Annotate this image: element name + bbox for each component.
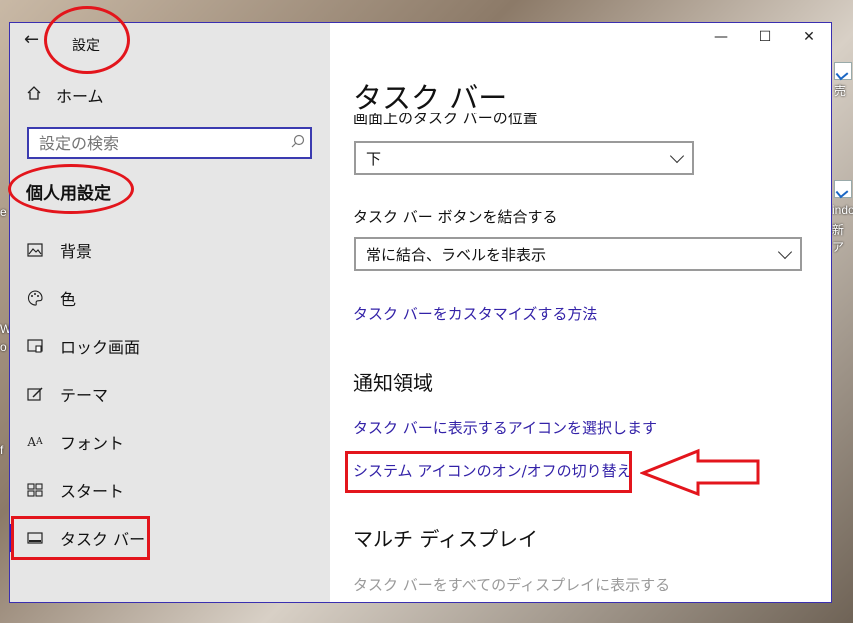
customize-taskbar-link[interactable]: タスク バーをカスタマイズする方法 bbox=[353, 303, 597, 324]
desktop-icon-label: indo bbox=[832, 203, 853, 217]
sidebar-item-label: 背景 bbox=[60, 242, 93, 261]
desktop-icon-label: 新ア bbox=[832, 223, 845, 254]
desktop-icon-label: o bbox=[0, 340, 7, 354]
font-icon: AA bbox=[27, 435, 43, 449]
page-title: タスク バー bbox=[353, 81, 508, 115]
home-nav-item[interactable]: ホーム bbox=[26, 83, 104, 107]
maximize-icon[interactable]: ☐ bbox=[755, 29, 775, 45]
lock-screen-icon bbox=[26, 338, 44, 354]
close-icon[interactable]: ✕ bbox=[799, 29, 819, 45]
annotation-ellipse-title bbox=[44, 6, 130, 74]
show-on-all-displays-label: タスク バーをすべてのディスプレイに表示する bbox=[353, 576, 671, 594]
minimize-icon[interactable]: — bbox=[711, 29, 731, 45]
sidebar-item-label: スタート bbox=[60, 482, 125, 501]
search-box[interactable] bbox=[27, 127, 312, 159]
chevron-down-icon bbox=[777, 244, 793, 259]
image-icon bbox=[26, 243, 44, 257]
annotation-box-taskbar bbox=[11, 516, 150, 560]
sidebar-item-label: フォント bbox=[60, 434, 125, 453]
desktop-icon[interactable] bbox=[834, 62, 852, 80]
theme-icon bbox=[26, 386, 44, 402]
annotation-ellipse-section bbox=[8, 164, 134, 214]
search-input[interactable] bbox=[29, 133, 286, 153]
multi-display-heading: マルチ ディスプレイ bbox=[353, 527, 538, 551]
back-arrow-icon[interactable]: ← bbox=[24, 29, 39, 50]
sidebar-item-label: テーマ bbox=[60, 386, 109, 405]
desktop-icon-label: e bbox=[0, 205, 7, 219]
taskbar-position-dropdown[interactable]: 下 bbox=[354, 141, 694, 175]
sidebar-item-background[interactable]: 背景 bbox=[10, 226, 330, 274]
chevron-down-icon bbox=[669, 148, 685, 163]
search-icon[interactable] bbox=[286, 134, 310, 152]
desktop-icon[interactable] bbox=[834, 180, 852, 198]
combine-buttons-value: 常に結合、ラベルを非表示 bbox=[366, 245, 547, 264]
palette-icon bbox=[26, 290, 44, 306]
main-content: — ☐ ✕ タスク バー 画面上のタスク バーの位置 下 タスク バー ボタンを… bbox=[330, 23, 831, 602]
sidebar-item-theme[interactable]: テーマ bbox=[10, 370, 330, 418]
desktop-icon-label: f bbox=[0, 443, 4, 457]
combine-buttons-label: タスク バー ボタンを結合する bbox=[353, 208, 558, 226]
select-taskbar-icons-link[interactable]: タスク バーに表示するアイコンを選択します bbox=[353, 417, 657, 438]
sidebar-item-font[interactable]: AA フォント bbox=[10, 418, 330, 466]
annotation-arrow-icon bbox=[640, 448, 760, 496]
taskbar-position-label: 画面上のタスク バーの位置 bbox=[353, 113, 538, 127]
combine-buttons-dropdown[interactable]: 常に結合、ラベルを非表示 bbox=[354, 237, 802, 271]
desktop-icon-label: 売 bbox=[834, 84, 847, 98]
home-label: ホーム bbox=[56, 87, 104, 106]
sidebar-item-lock-screen[interactable]: ロック画面 bbox=[10, 322, 330, 370]
sidebar-item-color[interactable]: 色 bbox=[10, 274, 330, 322]
start-icon bbox=[26, 483, 44, 497]
sidebar-item-label: ロック画面 bbox=[60, 338, 141, 357]
notification-area-heading: 通知領域 bbox=[353, 371, 433, 395]
sidebar-nav: 背景 色 ロック画面 テーマ AA フォント スタート タスク バー bbox=[10, 226, 330, 562]
sidebar-item-label: 色 bbox=[60, 290, 77, 309]
home-icon bbox=[26, 85, 42, 105]
taskbar-position-value: 下 bbox=[366, 149, 382, 168]
sidebar-item-start[interactable]: スタート bbox=[10, 466, 330, 514]
annotation-box-system-icons bbox=[345, 451, 632, 493]
